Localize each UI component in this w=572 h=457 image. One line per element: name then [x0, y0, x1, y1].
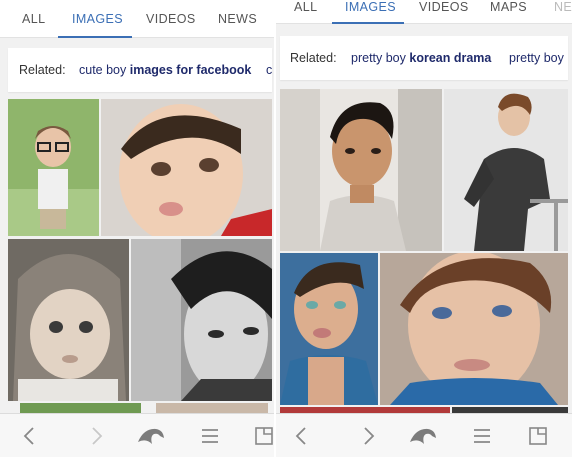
related-link-1[interactable]: pretty boy korean drama	[351, 51, 491, 65]
image-result-3[interactable]	[280, 253, 378, 405]
back-icon[interactable]	[18, 424, 42, 448]
related-link-2[interactable]: c	[266, 63, 272, 77]
image-result-2[interactable]	[444, 89, 568, 251]
tab-videos[interactable]: VIDEOS	[419, 0, 469, 14]
image-result-2[interactable]	[101, 99, 272, 236]
tab-videos[interactable]: VIDEOS	[146, 12, 196, 26]
tab-images[interactable]: IMAGES	[345, 0, 396, 14]
forward-icon[interactable]	[356, 424, 380, 448]
browser-bottom-bar	[0, 413, 276, 457]
related-searches-bar: Related: pretty boy korean drama pretty …	[280, 36, 568, 80]
left-browser-panel: ALL IMAGES VIDEOS NEWS Related: cute boy…	[0, 0, 276, 457]
tab-all[interactable]: ALL	[294, 0, 317, 14]
back-icon[interactable]	[290, 424, 314, 448]
dolphin-icon[interactable]	[136, 424, 166, 448]
right-browser-panel: ALL IMAGES VIDEOS MAPS NE Related: prett…	[276, 0, 572, 457]
search-tabs: ALL IMAGES VIDEOS MAPS NE	[276, 0, 572, 24]
active-tab-indicator	[332, 22, 404, 24]
tab-news[interactable]: NEWS	[218, 12, 257, 26]
tabs-icon[interactable]	[526, 424, 550, 448]
search-tabs: ALL IMAGES VIDEOS NEWS	[0, 0, 276, 38]
tab-maps[interactable]: MAPS	[490, 0, 527, 14]
related-label: Related:	[290, 51, 337, 65]
related-link-2[interactable]: pretty boy	[509, 51, 564, 65]
related-label: Related:	[19, 63, 66, 77]
image-result-1[interactable]	[280, 89, 442, 251]
related-searches-bar: Related: cute boy images for facebook c	[8, 48, 272, 92]
forward-icon[interactable]	[84, 424, 108, 448]
image-result-1[interactable]	[8, 99, 99, 236]
active-tab-indicator	[58, 36, 132, 38]
tab-news[interactable]: NE	[554, 0, 572, 14]
menu-icon[interactable]	[198, 424, 222, 448]
tabs-icon[interactable]	[252, 424, 276, 448]
dolphin-icon[interactable]	[408, 424, 438, 448]
image-result-4[interactable]	[380, 253, 568, 405]
menu-icon[interactable]	[470, 424, 494, 448]
image-result-4[interactable]	[131, 239, 272, 401]
tab-images[interactable]: IMAGES	[72, 12, 123, 26]
image-result-3[interactable]	[8, 239, 129, 401]
browser-bottom-bar	[276, 413, 572, 457]
related-link-1[interactable]: cute boy images for facebook	[79, 63, 251, 77]
tab-all[interactable]: ALL	[22, 12, 45, 26]
